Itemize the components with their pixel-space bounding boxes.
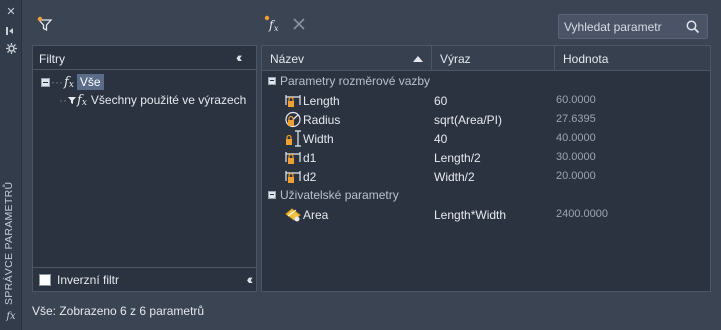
table-row[interactable]: d2 Width/2 20.0000 (262, 167, 710, 186)
group-label: Uživatelské parametry (280, 188, 399, 202)
search-icon[interactable] (685, 19, 701, 35)
invert-filter-label[interactable]: Inverzní filtr (57, 273, 119, 287)
linear-dimension-icon (285, 152, 301, 164)
tree-collapse-toggle[interactable] (41, 77, 50, 87)
filters-panel: Filtry ‹‹ ··· fx Vše ·· fx Všechny použi… (32, 45, 257, 292)
tree-item-all[interactable]: ··· fx Vše (41, 73, 104, 91)
filters-header: Filtry ‹‹ (33, 46, 256, 70)
table-row[interactable]: Area Length*Width 2400.0000 (262, 205, 710, 224)
invert-filter-checkbox[interactable] (39, 274, 51, 286)
new-filter-button[interactable] (36, 14, 54, 34)
linear-dimension-icon (285, 95, 301, 107)
table-row[interactable]: Radius sqrt(Area/PI) 27.6395 (262, 110, 710, 129)
palette-properties-icon[interactable] (4, 41, 18, 55)
palette-title-bar: ✕ SPRÁVCE PARAMETRŮ fx (0, 0, 22, 330)
new-parameter-icon: f x (264, 15, 279, 33)
sort-ascending-icon (413, 56, 423, 62)
radius-dimension-icon (285, 111, 301, 128)
delete-icon (293, 18, 305, 30)
tree-item-used-in-expressions[interactable]: ·· fx Všechny použité ve výrazech (59, 91, 246, 109)
palette-title: SPRÁVCE PARAMETRŮ (3, 181, 15, 305)
new-user-parameter-button[interactable]: f x (263, 14, 283, 34)
parameters-grid: Název Výraz Hodnota Parametry rozměrové … (261, 45, 711, 292)
group-row-dimensional[interactable]: Parametry rozměrové vazby (262, 72, 710, 90)
group-row-user-parameters[interactable]: Uživatelské parametry (262, 186, 710, 204)
toolbar: f x (22, 0, 721, 44)
vertical-dimension-icon (286, 130, 301, 147)
auto-hide-icon[interactable] (4, 24, 18, 38)
svg-text:x: x (274, 24, 279, 33)
delete-parameter-button[interactable] (291, 14, 307, 34)
tree-item-label: Vše (76, 74, 104, 90)
filter-icon (37, 16, 53, 32)
collapse-filters-button[interactable]: ‹‹ (236, 50, 250, 65)
search-box (558, 14, 708, 39)
tree-item-label: Všechny použité ve výrazech (90, 93, 247, 107)
group-label: Parametry rozměrové vazby (280, 74, 431, 88)
collapse-filters-footer-button[interactable]: ‹‹ (247, 272, 254, 286)
table-row[interactable]: d1 Length/2 30.0000 (262, 148, 710, 167)
filters-footer: Inverzní filtr ‹‹ (33, 267, 256, 291)
search-input[interactable] (564, 18, 684, 35)
status-text: Vše: Zobrazeno 6 z 6 parametrů (32, 304, 205, 318)
column-header-expression[interactable]: Výraz (432, 46, 555, 71)
filters-title: Filtry (39, 52, 65, 66)
filter-funnel-icon (68, 97, 76, 104)
linear-dimension-icon (285, 171, 301, 183)
palette-fx-icon: fx (6, 311, 16, 322)
group-collapse-toggle[interactable] (268, 77, 276, 85)
column-header-value[interactable]: Hodnota (555, 46, 710, 71)
table-row[interactable]: Width 40 40.0000 (262, 129, 710, 148)
group-collapse-toggle[interactable] (268, 191, 276, 199)
table-row[interactable]: Length 60 60.0000 (262, 91, 710, 110)
close-palette-icon[interactable]: ✕ (4, 5, 18, 19)
user-parameter-icon (285, 208, 301, 222)
column-header-name[interactable]: Název (262, 46, 432, 71)
